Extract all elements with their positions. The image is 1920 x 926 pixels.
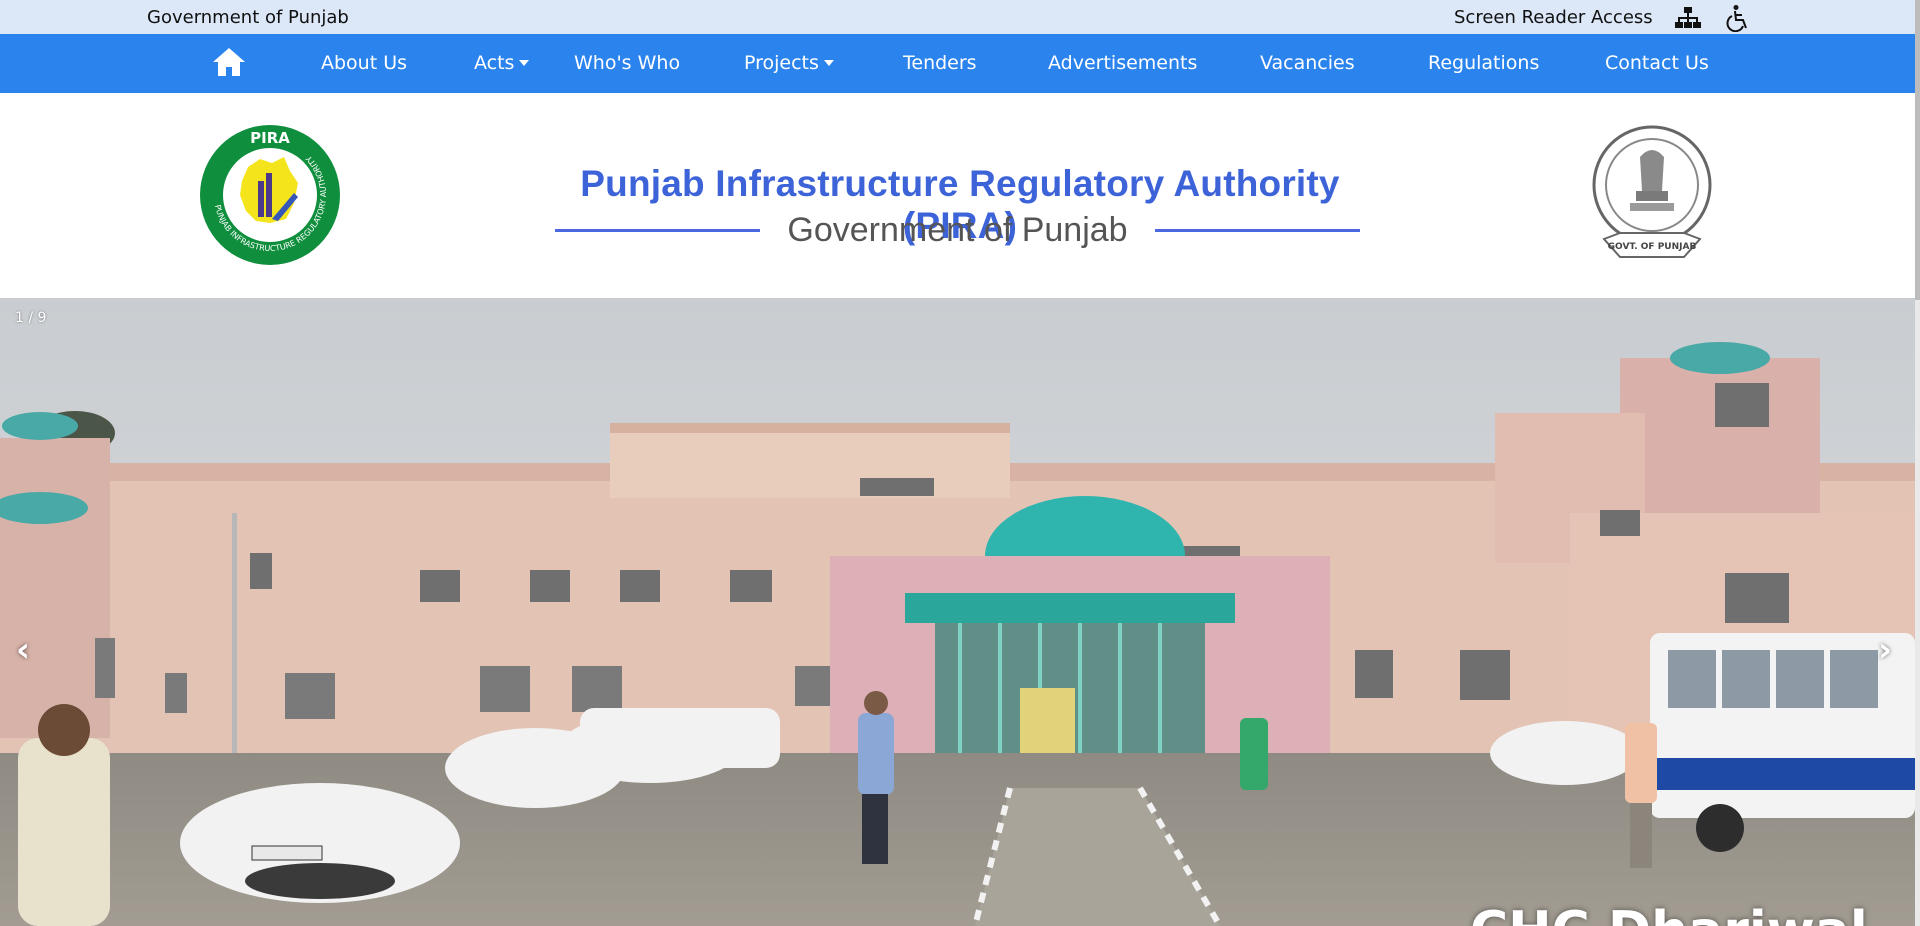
sitemap-icon[interactable] <box>1675 6 1701 35</box>
title-divider-right <box>1155 229 1360 232</box>
screen-reader-access-link[interactable]: Screen Reader Access <box>1454 7 1653 28</box>
emblem-text: GOVT. OF PUNJAB <box>1608 242 1697 252</box>
logo-text: PIRA <box>250 129 290 147</box>
nav-label: Contact Us <box>1605 52 1709 74</box>
nav-regulations[interactable]: Regulations <box>1428 52 1539 74</box>
nav-tenders[interactable]: Tenders <box>903 52 977 74</box>
nav-label: Regulations <box>1428 52 1540 74</box>
page-scrollbar-thumb[interactable] <box>1915 0 1920 300</box>
nav-label: Vacancies <box>1260 52 1355 74</box>
top-utility-bar: Government of Punjab Screen Reader Acces… <box>0 0 1915 34</box>
nav-whos-who[interactable]: Who's Who <box>574 52 680 74</box>
nav-label: Tenders <box>903 52 977 74</box>
nav-label: Projects <box>744 52 819 74</box>
slide-image <box>0 298 1915 926</box>
chevron-down-icon <box>823 60 834 66</box>
hero-slider[interactable]: 1 / 9 ‹ › CHC Dhariwal <box>0 298 1915 926</box>
state-emblem: GOVT. OF PUNJAB <box>1592 125 1712 258</box>
nav-label: Acts <box>474 52 515 74</box>
nav-projects-dropdown[interactable]: Projects <box>744 52 834 74</box>
home-icon[interactable] <box>211 46 247 82</box>
subtitle-block: Government of Punjab <box>555 205 1360 255</box>
nav-advertisements[interactable]: Advertisements <box>1048 52 1197 74</box>
chevron-down-icon <box>519 60 530 66</box>
nav-acts-dropdown[interactable]: Acts <box>474 52 530 74</box>
slide-caption: CHC Dhariwal <box>1470 901 1868 926</box>
nav-contact-us[interactable]: Contact Us <box>1605 52 1709 74</box>
nav-about-us[interactable]: About Us <box>321 52 407 74</box>
nav-vacancies[interactable]: Vacancies <box>1260 52 1355 74</box>
pira-logo[interactable]: PUNJAB INFRASTRUCTURE REGULATORY AUTHORI… <box>198 123 342 267</box>
main-navbar: About Us Acts Who's Who Projects Tenders… <box>0 34 1915 93</box>
site-header: PUNJAB INFRASTRUCTURE REGULATORY AUTHORI… <box>0 93 1915 298</box>
wheelchair-icon[interactable] <box>1726 4 1752 37</box>
nav-label: Who's Who <box>574 52 681 74</box>
government-label: Government of Punjab <box>147 7 349 28</box>
nav-label: Advertisements <box>1048 52 1198 74</box>
slide-counter: 1 / 9 <box>15 310 47 326</box>
page: Government of Punjab Screen Reader Acces… <box>0 0 1920 926</box>
nav-label: About Us <box>321 52 408 74</box>
slider-next-arrow[interactable]: › <box>1878 633 1892 667</box>
slider-prev-arrow[interactable]: ‹ <box>16 633 30 667</box>
